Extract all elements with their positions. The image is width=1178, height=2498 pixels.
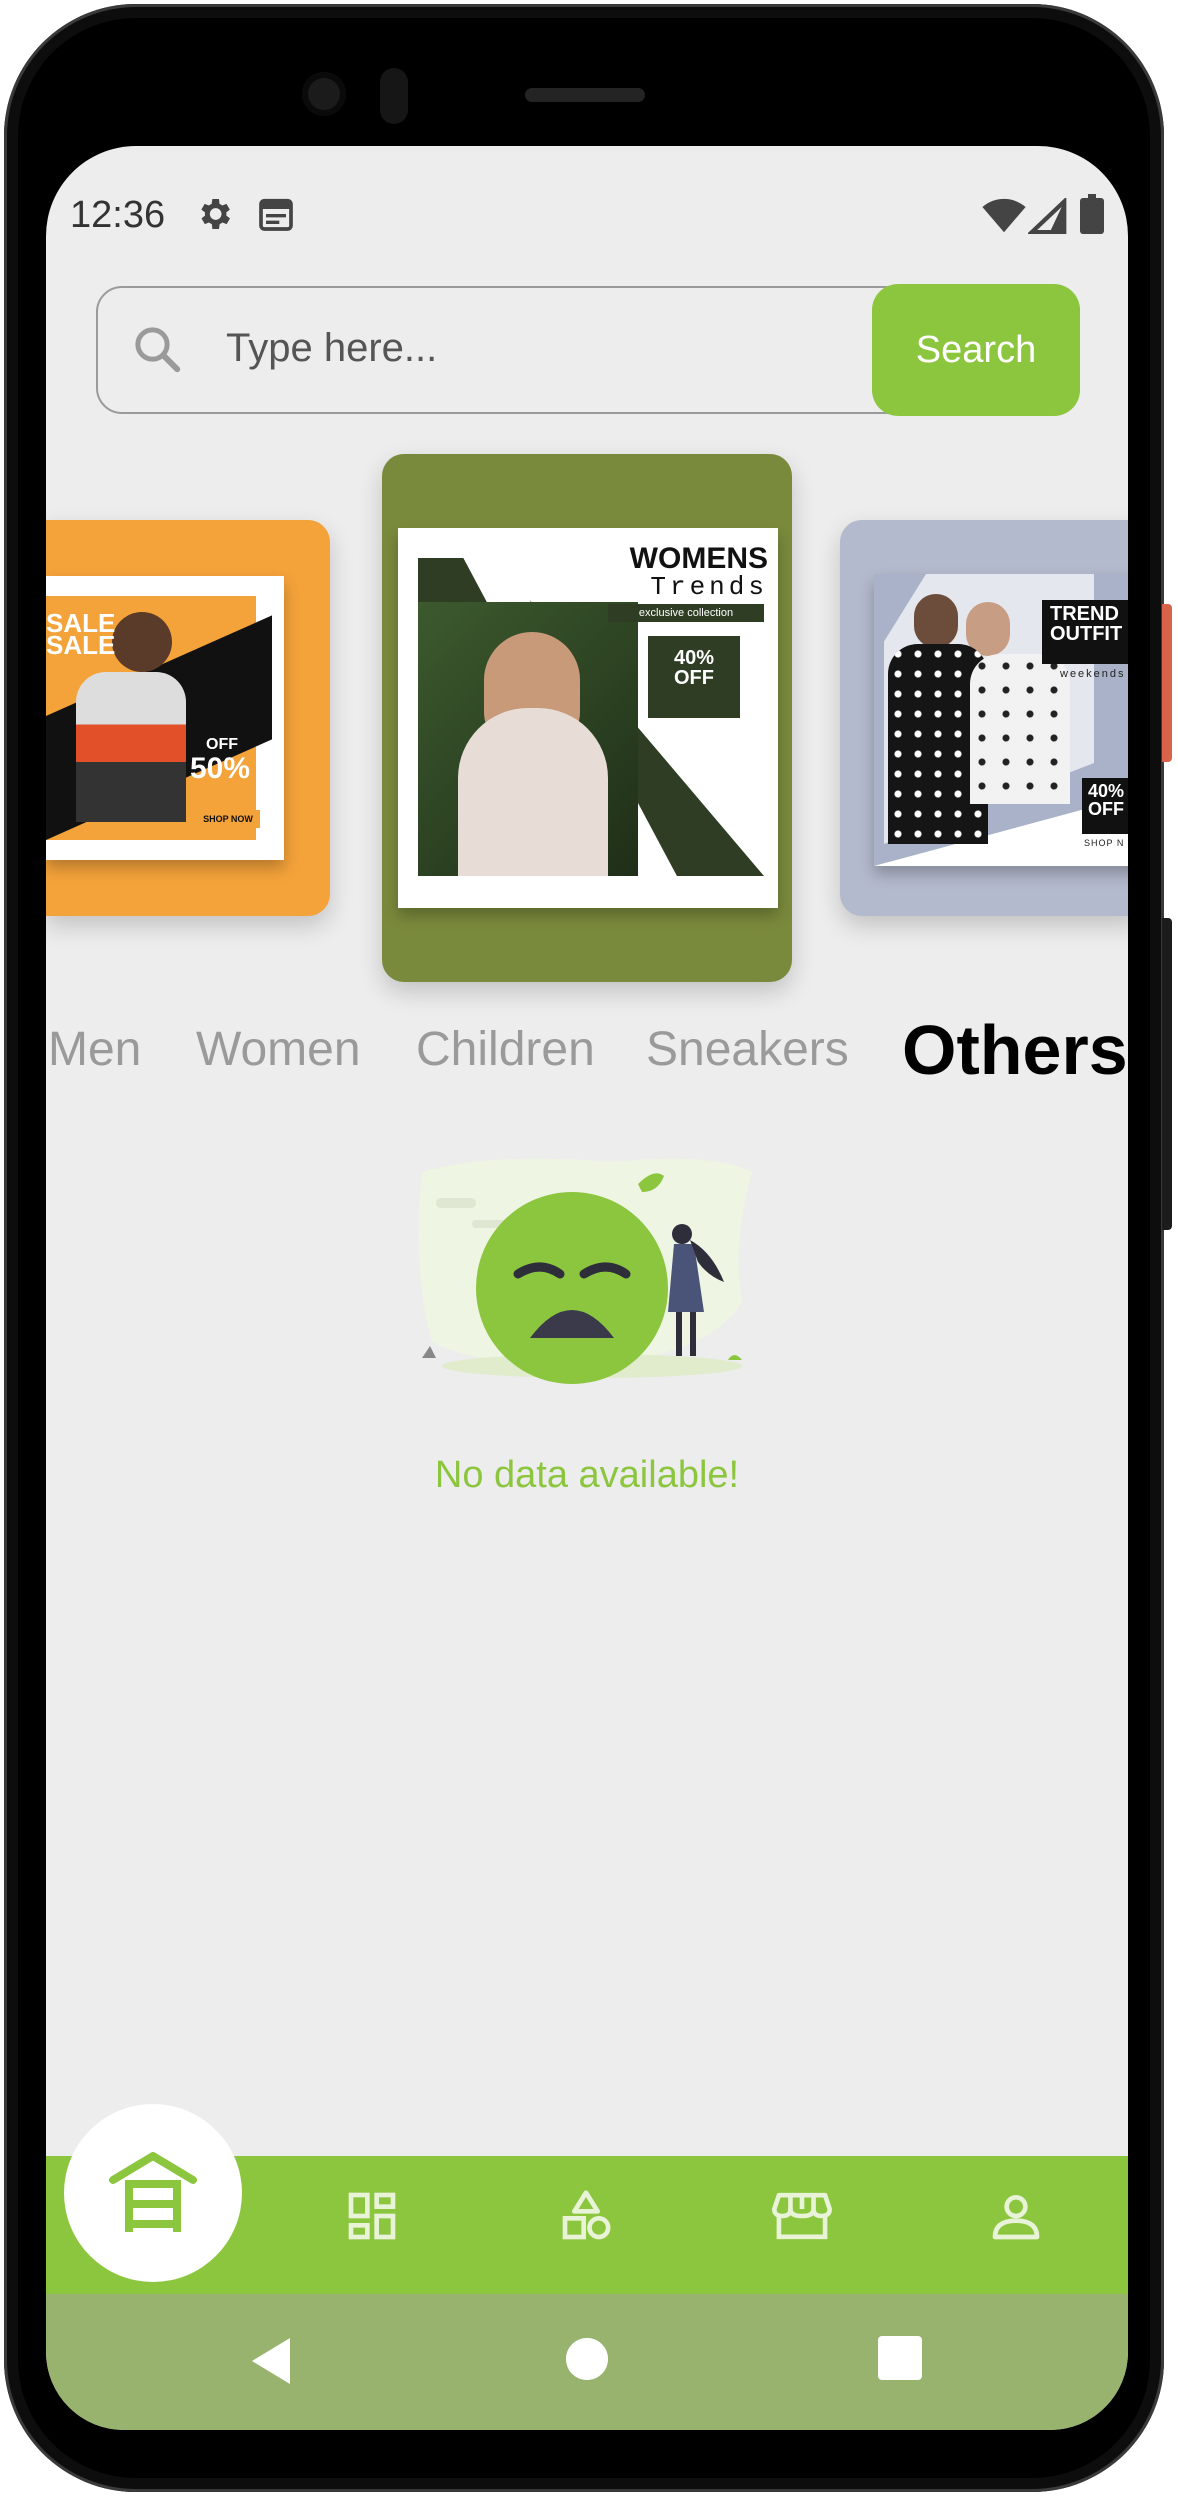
nav-store-button[interactable] [770,2186,834,2250]
empty-state-message: No data available! [434,1454,740,1496]
power-button [1162,604,1172,762]
search-icon [130,322,184,381]
home-icon [105,2148,201,2239]
search-button[interactable]: Search [872,284,1080,416]
earpiece-speaker [525,88,645,102]
category-tab-men[interactable]: Men [48,1022,141,1077]
status-bar: 12:36 [46,146,1128,284]
grid-icon [344,2188,400,2249]
model-dress [458,708,608,876]
gear-icon [194,194,234,239]
home-circle-icon[interactable] [564,2336,610,2387]
search-input[interactable] [226,318,746,378]
model-1-head [914,594,958,648]
poster-women: WOMENS Trends exclusive collection 40% O… [398,528,778,908]
nav-home-button[interactable] [64,2104,242,2282]
category-card-others[interactable]: TREND OUTFIT weekends 40% OFF SHOP N [840,520,1128,916]
front-camera [302,72,346,116]
wifi-icon [982,198,1026,239]
recents-icon[interactable] [878,2336,922,2385]
nav-shapes-button[interactable] [554,2186,618,2250]
profile-icon [988,2188,1044,2249]
app-screen: 12:36 Search [46,146,1128,2430]
system-nav-bar [46,2294,1128,2430]
model-2-sweater [970,654,1070,804]
store-icon [772,2188,832,2249]
shapes-icon [558,2188,614,2249]
category-tab-others[interactable]: Others [902,1010,1128,1090]
category-card-men[interactable]: SALE SALE OFF 50% SHOP NOW [46,520,330,916]
poster-men: SALE SALE OFF 50% SHOP NOW [46,576,284,860]
battery-icon [1080,194,1104,239]
nav-categories-button[interactable] [340,2186,404,2250]
poster-others: TREND OUTFIT weekends 40% OFF SHOP N [874,574,1128,866]
category-tab-children[interactable]: Children [416,1022,595,1077]
category-tab-sneakers[interactable]: Sneakers [646,1022,849,1077]
nav-profile-button[interactable] [984,2186,1048,2250]
model-head [112,612,172,672]
category-card-women[interactable]: WOMENS Trends exclusive collection 40% O… [382,454,792,982]
signal-icon [1026,196,1068,239]
back-icon[interactable] [250,2336,294,2391]
empty-state-illustration [412,1152,758,1392]
volume-button [1162,918,1172,1230]
calendar-icon [256,194,296,239]
category-tab-women[interactable]: Women [196,1022,361,1077]
status-time: 12:36 [70,194,166,236]
proximity-sensor [380,68,408,124]
model-jacket [76,672,186,822]
phone-frame: 12:36 Search [0,0,1178,2498]
